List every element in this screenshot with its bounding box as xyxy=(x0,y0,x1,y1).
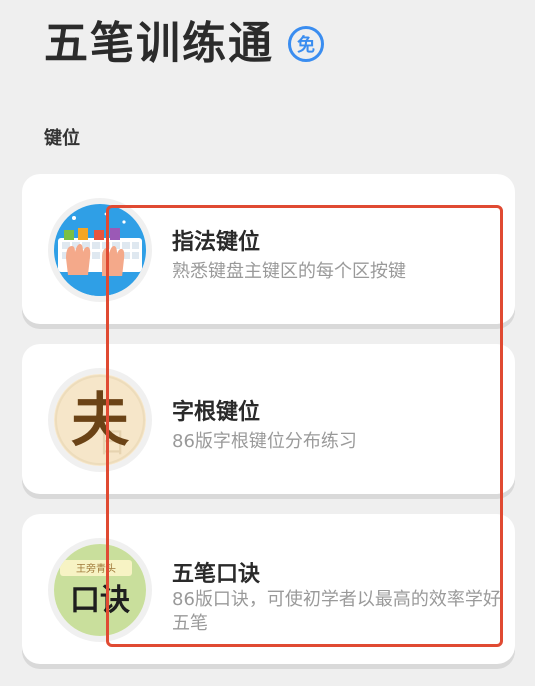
mnemonic-caption: 王旁青头 xyxy=(76,562,116,575)
radical-character-icon: 日 夫 xyxy=(54,374,146,466)
card-subtitle: 86版字根键位分布练习 xyxy=(172,431,357,452)
card-radical-keys[interactable]: 日 夫 字根键位 86版字根键位分布练习 xyxy=(22,344,515,494)
card-wubi-mnemonic[interactable]: 王旁青头 口诀 五笔口诀 86版口诀，可使初学者以最高的效率学好五笔 xyxy=(22,514,515,664)
card-subtitle: 86版口诀，可使初学者以最高的效率学好五笔 xyxy=(172,589,501,634)
keyboard-hands-icon xyxy=(54,204,146,296)
free-badge: 免 xyxy=(288,26,324,62)
radical-glyph: 夫 xyxy=(71,386,130,454)
header: 五笔训练通 免 xyxy=(44,14,324,74)
mnemonic-scroll-icon: 王旁青头 口诀 xyxy=(54,544,146,636)
section-title: 键位 xyxy=(44,128,80,149)
mnemonic-glyph: 口诀 xyxy=(70,583,130,618)
card-title: 字根键位 xyxy=(172,400,261,425)
card-fingering-keys[interactable]: 指法键位 熟悉键盘主键区的每个区按键 xyxy=(22,174,515,324)
app-title: 五笔训练通 xyxy=(44,18,274,69)
card-subtitle: 熟悉键盘主键区的每个区按键 xyxy=(172,261,406,282)
card-title: 五笔口诀 xyxy=(172,562,261,587)
card-title: 指法键位 xyxy=(172,230,261,255)
